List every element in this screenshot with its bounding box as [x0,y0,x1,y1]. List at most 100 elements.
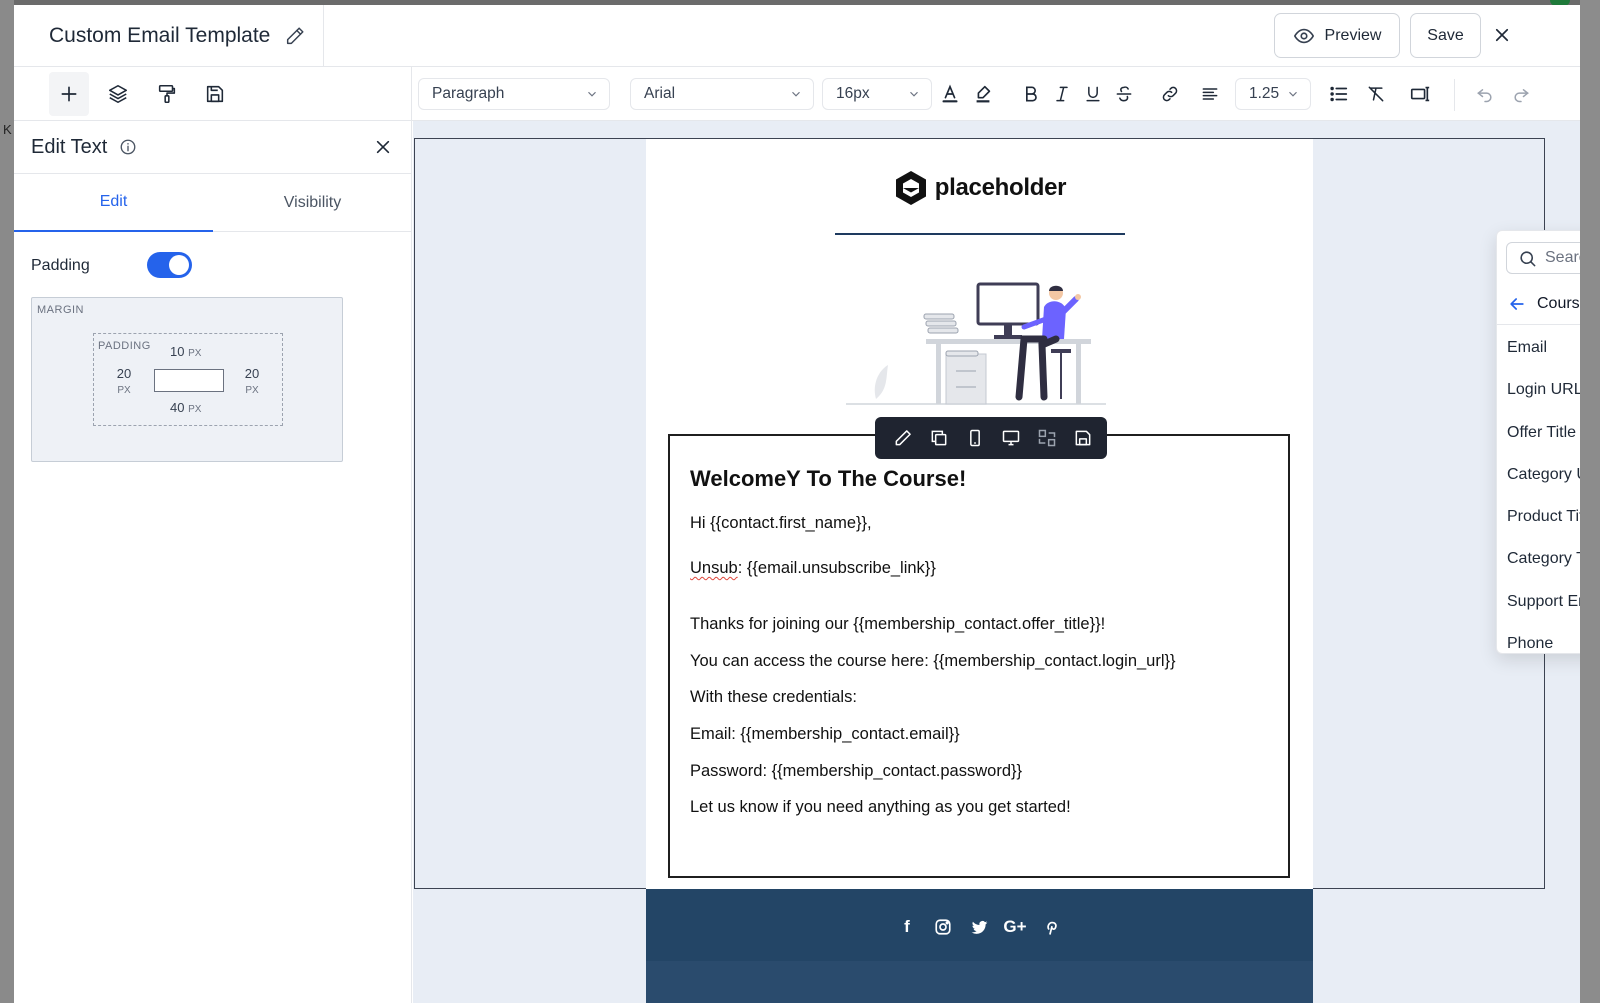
block-type-select[interactable]: Paragraph [418,78,610,110]
save-block-icon[interactable] [1071,426,1095,450]
google-plus-icon[interactable]: G+ [1003,915,1027,939]
password-line: Password: {{membership_contact.password}… [690,762,1023,780]
merge-field-support-email[interactable]: Support Email [1497,581,1580,623]
desktop-view-icon[interactable] [999,426,1023,450]
layers-icon[interactable] [98,72,138,116]
add-element-icon[interactable] [49,72,89,116]
italic-icon[interactable] [1049,81,1075,107]
backdrop-right [1580,0,1600,1003]
duplicate-icon[interactable] [927,426,951,450]
courses-label: Courses [1537,294,1580,312]
padding-box: PADDING 10 PX 20 PX 20 PX 40 PX [93,333,283,426]
preview-button[interactable]: Preview [1274,13,1400,58]
padding-bottom-unit: PX [188,404,202,415]
toolbar-divider [1454,79,1455,111]
instagram-icon[interactable] [931,915,955,939]
close-icon[interactable] [372,136,394,158]
highlight-icon[interactable] [970,81,996,107]
text-color-icon[interactable] [937,81,963,107]
merge-field-category-url[interactable]: Category URL [1497,454,1580,496]
builder-tools [14,67,412,121]
preview-label: Preview [1324,26,1382,44]
merge-field-category-title[interactable]: Category Title [1497,538,1580,580]
pencil-icon[interactable] [284,25,306,47]
font-size-value: 16px [836,85,870,102]
select-parent-icon[interactable] [1035,426,1059,450]
merge-field-product-title[interactable]: Product Title [1497,496,1580,538]
mobile-view-icon[interactable] [963,426,987,450]
padding-left-unit: PX [117,385,131,396]
padding-bottom-value[interactable]: 40 PX [170,400,201,415]
block-type-value: Paragraph [432,85,505,102]
bullet-list-icon[interactable] [1326,81,1352,107]
paint-roller-icon[interactable] [147,72,187,116]
merge-field-offer-title[interactable]: Offer Title [1497,412,1580,454]
search-input[interactable] [1545,249,1580,267]
info-icon[interactable] [119,138,137,156]
padding-top-number: 10 [170,344,185,359]
tab-edit[interactable]: Edit [14,174,213,232]
email-footer-bottom [646,961,1313,1003]
logo-divider [835,233,1125,235]
twitter-icon[interactable] [967,915,991,939]
merge-field-phone[interactable]: Phone [1497,623,1580,653]
toggle-knob [169,255,189,275]
merge-field-email[interactable]: Email [1497,327,1580,369]
title-area: Custom Email Template [14,5,324,67]
logo-hexagon-icon [895,171,926,205]
padding-right-value[interactable]: 20 PX [242,366,262,396]
content-box [154,369,224,392]
undo-icon[interactable] [1472,81,1498,107]
clear-format-icon[interactable] [1363,81,1389,107]
edit-block-icon[interactable] [891,426,915,450]
line-height-value: 1.25 [1249,85,1280,102]
line-height-select[interactable]: 1.25 [1235,78,1311,110]
padding-toggle[interactable] [147,252,192,278]
merge-field-login-url[interactable]: Login URL (Magic Link) [1497,369,1580,411]
save-button[interactable]: Save [1410,13,1481,58]
panel-header: Edit Text [14,121,411,174]
close-icon[interactable] [1490,23,1514,47]
merge-field-icon[interactable] [1407,81,1433,107]
panel-tabs: Edit Visibility [14,174,411,232]
link-icon[interactable] [1157,81,1183,107]
align-icon[interactable] [1197,81,1223,107]
template-title: Custom Email Template [49,24,271,47]
box-model-editor: MARGIN PADDING 10 PX 20 PX 20 PX 40 PX [31,297,343,462]
unsub-rest: : {{email.unsubscribe_link}} [737,559,936,577]
back-to-courses[interactable]: Courses [1497,283,1580,325]
tab-visibility[interactable]: Visibility [213,174,412,232]
padding-left-value[interactable]: 20 PX [114,366,134,396]
padding-bottom-number: 40 [170,400,185,415]
facebook-icon[interactable]: f [895,915,919,939]
pinterest-icon[interactable] [1039,915,1063,939]
chevron-down-icon [910,91,918,97]
unsub-word: Unsub [690,559,738,577]
text-block[interactable]: WelcomeY To The Course! Hi {{contact.fir… [668,434,1290,878]
unsubscribe-line: Unsub: {{email.unsubscribe_link}} [690,559,936,578]
underline-icon[interactable] [1080,81,1106,107]
access-line: You can access the course here: {{member… [690,652,1176,670]
editor-header: Custom Email Template Preview Save [14,5,1580,67]
strikethrough-icon[interactable] [1111,81,1137,107]
edit-text-panel: Edit Text Edit Visibility Padding MARGIN… [14,121,412,1003]
padding-box-label: PADDING [98,340,151,352]
save-label: Save [1427,26,1464,44]
padding-right-number: 20 [244,366,260,381]
margin-label: MARGIN [37,304,84,316]
dropdown-search[interactable] [1506,242,1580,274]
chevron-down-icon [588,91,596,97]
padding-top-value[interactable]: 10 PX [170,344,201,359]
backdrop-left: K [0,0,14,1003]
credentials-line: With these credentials: [690,688,857,706]
bold-icon[interactable] [1018,81,1044,107]
font-size-select[interactable]: 16px [822,78,932,110]
arrow-left-icon [1510,297,1524,310]
save-template-icon[interactable] [195,72,235,116]
eye-icon [1293,28,1314,43]
redo-icon[interactable] [1508,81,1534,107]
logo-text: placeholder [934,174,1067,201]
email-body: placeholder WelcomeY To The Course! Hi {… [646,139,1313,1003]
font-family-select[interactable]: Arial [630,78,814,110]
logo[interactable]: placeholder [646,169,1313,207]
